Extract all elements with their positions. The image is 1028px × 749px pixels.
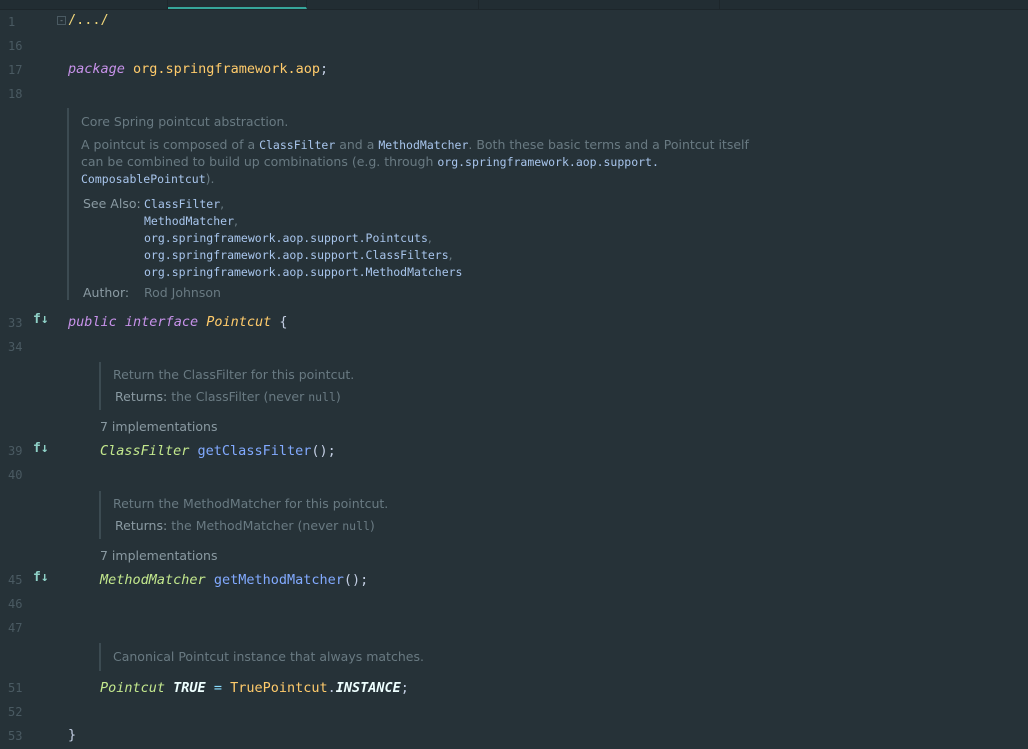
line-number: 40 — [8, 468, 23, 482]
doc-paragraph-line: ComposablePointcut). — [81, 171, 215, 186]
closing-brace: } — [68, 727, 77, 743]
package-name: org.springframework.aop — [133, 61, 320, 77]
line-number: 17 — [8, 63, 23, 77]
interface-declaration: public interface Pointcut { — [68, 314, 288, 330]
package-declaration: package org.springframework.aop; — [68, 60, 328, 78]
implemented-icon[interactable]: f↓ — [33, 571, 49, 585]
doc-code-link[interactable]: MethodMatcher — [378, 138, 468, 152]
implemented-icon[interactable]: f↓ — [33, 442, 49, 456]
line-number: 16 — [8, 39, 23, 53]
field-type[interactable]: Pointcut — [100, 680, 165, 696]
method-name[interactable]: getClassFilter — [198, 443, 312, 459]
doc-summary: Return the ClassFilter for this pointcut… — [113, 367, 355, 382]
author-name: Rod Johnson — [144, 285, 221, 300]
see-also-item[interactable]: MethodMatcher, — [144, 212, 238, 230]
line-number: 53 — [8, 729, 23, 743]
folded-region[interactable]: /.../ — [68, 11, 109, 29]
doc-paragraph-line: can be combined to build up combinations… — [81, 154, 659, 169]
editor-tab-bar — [0, 0, 1028, 10]
editor-tab[interactable] — [307, 0, 479, 9]
method-declaration: MethodMatcher getMethodMatcher(); — [100, 572, 369, 588]
method-name[interactable]: getMethodMatcher — [214, 572, 344, 588]
class-javadoc[interactable]: Core Spring pointcut abstraction. A poin… — [67, 108, 749, 300]
class-reference[interactable]: TruePointcut — [230, 680, 328, 696]
see-also-item[interactable]: org.springframework.aop.support.ClassFil… — [144, 246, 453, 264]
doc-summary: Canonical Pointcut instance that always … — [113, 649, 424, 664]
field-javadoc[interactable]: Canonical Pointcut instance that always … — [99, 643, 521, 671]
static-field[interactable]: INSTANCE — [336, 680, 401, 696]
line-number: 18 — [8, 87, 23, 101]
doc-summary: Return the MethodMatcher for this pointc… — [113, 496, 389, 511]
author-label: Author: — [83, 285, 130, 300]
implemented-icon[interactable]: f↓ — [33, 313, 49, 327]
line-number: 46 — [8, 597, 23, 611]
fold-toggle-icon[interactable]: - — [57, 16, 66, 25]
field-declaration: Pointcut TRUE = TruePointcut.INSTANCE; — [100, 680, 409, 696]
implementations-link[interactable]: 7 implementations — [100, 419, 217, 434]
return-type[interactable]: MethodMatcher — [100, 572, 206, 588]
doc-paragraph-line: A pointcut is composed of a ClassFilter … — [81, 137, 749, 152]
line-number: 34 — [8, 340, 23, 354]
doc-returns: Returns: the MethodMatcher (never null) — [115, 518, 375, 533]
line-number: 51 — [8, 681, 23, 695]
see-also-label: See Also: — [83, 196, 141, 211]
method-javadoc[interactable]: Return the ClassFilter for this pointcut… — [99, 362, 501, 410]
doc-summary: Core Spring pointcut abstraction. — [81, 114, 289, 129]
see-also-item[interactable]: org.springframework.aop.support.MethodMa… — [144, 263, 463, 281]
return-type[interactable]: ClassFilter — [100, 443, 189, 459]
doc-code-link[interactable]: ComposablePointcut — [81, 172, 206, 186]
semicolon: ; — [319, 61, 329, 77]
editor-gutter: 1 16 17 18 33 34 39 40 45 46 47 51 52 53… — [0, 10, 60, 749]
field-name[interactable]: TRUE — [173, 680, 206, 696]
editor-tab-active[interactable] — [168, 0, 307, 9]
implementations-link[interactable]: 7 implementations — [100, 548, 217, 563]
doc-code-link[interactable]: ClassFilter — [259, 138, 335, 152]
see-also-item[interactable]: org.springframework.aop.support.Pointcut… — [144, 229, 432, 247]
interface-name[interactable]: Pointcut — [206, 314, 271, 330]
method-javadoc[interactable]: Return the MethodMatcher for this pointc… — [99, 491, 521, 539]
editor-tab[interactable] — [0, 0, 168, 9]
line-number: 52 — [8, 705, 23, 719]
see-also-item[interactable]: ClassFilter, — [144, 195, 224, 213]
keyword-package: package — [68, 61, 125, 77]
line-number: 1 — [8, 15, 16, 29]
code-editor[interactable]: 1 16 17 18 33 34 39 40 45 46 47 51 52 53… — [0, 10, 1028, 749]
line-number: 47 — [8, 621, 23, 635]
method-declaration: ClassFilter getClassFilter(); — [100, 443, 336, 459]
doc-code-link[interactable]: org.springframework.aop.support. — [437, 155, 659, 169]
doc-returns: Returns: the ClassFilter (never null) — [115, 389, 341, 404]
editor-tab[interactable] — [479, 0, 720, 9]
